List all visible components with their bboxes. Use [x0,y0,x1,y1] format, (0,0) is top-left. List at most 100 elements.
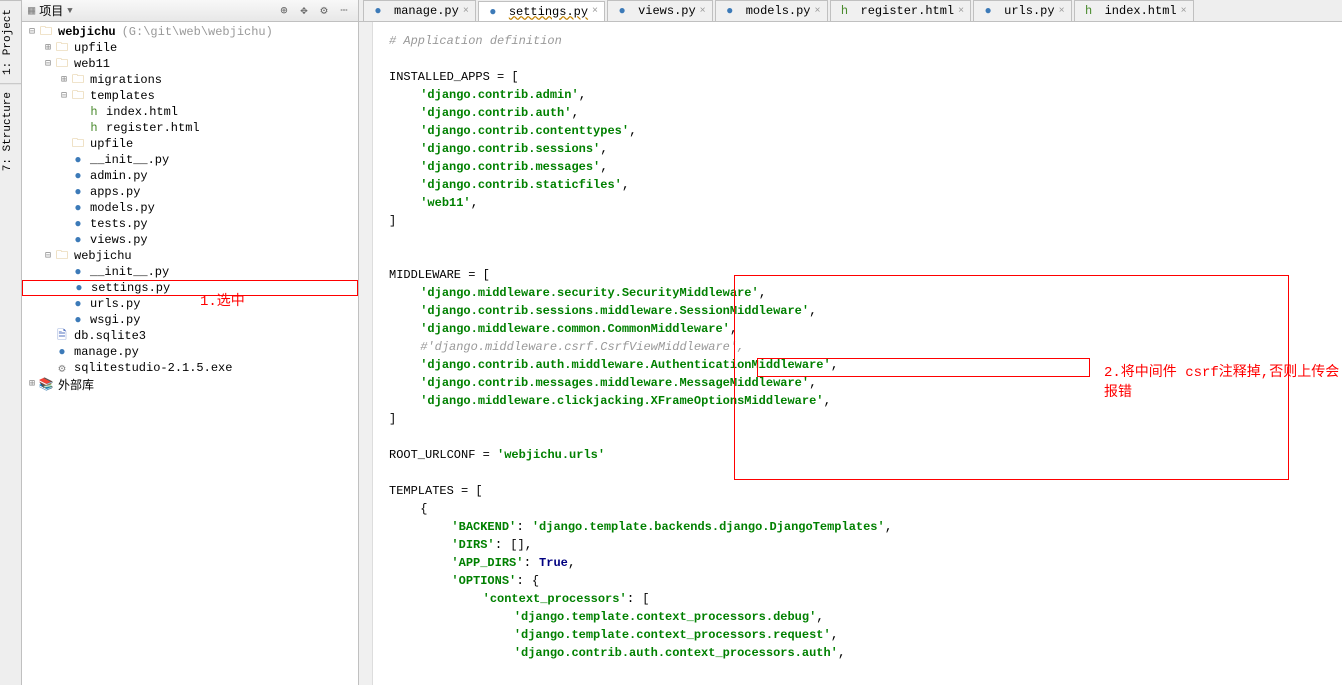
tree-external-libs[interactable]: ⊞ 📚 外部库 [22,376,358,392]
tab-label: urls.py [1004,4,1054,18]
tab-label: settings.py [509,5,588,19]
tree-folder-upfile2[interactable]: 🗀 upfile [22,136,358,152]
annotation-text-2: 2.将中间件 csrf注释掉,否则上传会报错 [1104,361,1342,401]
tree-label: templates [90,89,155,103]
tree-file-db-sqlite[interactable]: 🗎 db.sqlite3 [22,328,358,344]
collapse-toggle[interactable]: ⊟ [58,90,70,102]
close-icon[interactable]: × [958,6,964,17]
python-file-icon: ● [70,169,86,183]
collapse-toggle[interactable]: ⊟ [42,250,54,262]
tree-file-models-py[interactable]: ● models.py [22,200,358,216]
close-icon[interactable]: × [592,6,598,17]
minimize-icon[interactable]: ┄ [336,3,352,19]
tree-label: admin.py [90,169,148,183]
tree-label: tests.py [90,217,148,231]
tree-folder-webjichu[interactable]: ⊟ 🗀 webjichu [22,248,358,264]
tab-urls-py[interactable]: ● urls.py × [973,0,1071,21]
project-panel-header: ▦ 项目 ▼ ⊕ ✥ ⚙ ┄ [22,0,358,22]
tree-label: apps.py [90,185,140,199]
structure-tool-tab[interactable]: 7: Structure [0,83,21,179]
python-file-icon: ● [70,185,86,199]
gear-icon[interactable]: ✥ [296,3,312,19]
tree-file-admin-py[interactable]: ● admin.py [22,168,358,184]
tree-label: wsgi.py [90,313,140,327]
tree-root[interactable]: ⊟ 🗀 webjichu (G:\git\web\webjichu) [22,24,358,40]
python-file-icon: ● [70,265,86,279]
folder-icon: 🗀 [54,57,70,71]
tab-index-html[interactable]: h index.html × [1074,0,1194,21]
collapse-toggle[interactable]: ⊟ [26,26,38,38]
tab-register-html[interactable]: h register.html × [830,0,972,21]
project-title-icon: ▦ [28,3,35,18]
html-file-icon: h [86,121,102,135]
folder-icon: 🗀 [70,137,86,151]
tree-file-init-py[interactable]: ● __init__.py [22,152,358,168]
tree-label: __init__.py [90,265,169,279]
tab-settings-py[interactable]: ● settings.py × [478,1,605,22]
tree-file-views-py[interactable]: ● views.py [22,232,358,248]
python-file-icon: ● [485,5,501,19]
code-content[interactable]: # Application definition INSTALLED_APPS … [359,22,1342,672]
python-file-icon: ● [54,345,70,359]
close-icon[interactable]: × [1059,6,1065,17]
tree-label: urls.py [90,297,140,311]
tree-label: migrations [90,73,162,87]
html-file-icon: h [1081,4,1097,18]
tab-views-py[interactable]: ● views.py × [607,0,713,21]
tree-folder-templates[interactable]: ⊟ 🗀 templates [22,88,358,104]
html-file-icon: h [86,105,102,119]
close-icon[interactable]: × [463,6,469,17]
close-icon[interactable]: × [1181,6,1187,17]
tree-label: upfile [90,137,133,151]
tree-label: views.py [90,233,148,247]
tree-file-settings-py[interactable]: ● settings.py [22,280,358,296]
tree-file-manage-py[interactable]: ● manage.py [22,344,358,360]
tab-label: manage.py [394,4,459,18]
tree-path-hint: (G:\git\web\webjichu) [122,25,273,39]
tree-file-wsgi-py[interactable]: ● wsgi.py [22,312,358,328]
tree-label: settings.py [91,281,170,295]
python-file-icon: ● [70,297,86,311]
tab-manage-py[interactable]: ● manage.py × [363,0,476,21]
python-file-icon: ● [614,4,630,18]
python-file-icon: ● [70,217,86,231]
tree-folder-upfile[interactable]: ⊞ 🗀 upfile [22,40,358,56]
tree-label: db.sqlite3 [74,329,146,343]
tree-label: upfile [74,41,117,55]
folder-icon: 🗀 [70,89,86,103]
project-tool-tab[interactable]: 1: Project [0,0,21,83]
close-icon[interactable]: × [815,6,821,17]
html-file-icon: h [837,4,853,18]
library-icon: 📚 [38,377,54,391]
hide-icon[interactable]: ⚙ [316,3,332,19]
tree-label: register.html [106,121,200,135]
expand-toggle[interactable]: ⊞ [26,378,38,390]
tree-file-tests-py[interactable]: ● tests.py [22,216,358,232]
tab-label: models.py [746,4,811,18]
tab-label: index.html [1105,4,1177,18]
tree-file-init2-py[interactable]: ● __init__.py [22,264,358,280]
database-file-icon: 🗎 [54,329,70,343]
collapse-toggle[interactable]: ⊟ [42,58,54,70]
editor-gutter [359,22,373,685]
python-file-icon: ● [722,4,738,18]
editor-area: ● manage.py × ● settings.py × ● views.py… [359,0,1342,685]
code-editor[interactable]: # Application definition INSTALLED_APPS … [359,22,1342,685]
expand-toggle[interactable]: ⊞ [58,74,70,86]
python-file-icon: ● [71,281,87,295]
tree-file-sqlitestudio[interactable]: ⚙ sqlitestudio-2.1.5.exe [22,360,358,376]
tree-file-urls-py[interactable]: ● urls.py [22,296,358,312]
folder-icon: 🗀 [38,25,54,39]
python-file-icon: ● [70,313,86,327]
tree-label: 外部库 [58,376,94,393]
tree-label: index.html [106,105,178,119]
project-tree[interactable]: ⊟ 🗀 webjichu (G:\git\web\webjichu) ⊞ 🗀 u… [22,22,358,685]
expand-toggle[interactable]: ⊞ [42,42,54,54]
collapse-icon[interactable]: ⊕ [276,3,292,19]
python-file-icon: ● [980,4,996,18]
close-icon[interactable]: × [700,6,706,17]
tree-file-apps-py[interactable]: ● apps.py [22,184,358,200]
tree-label: sqlitestudio-2.1.5.exe [74,361,232,375]
dropdown-icon[interactable]: ▼ [67,6,72,16]
tab-models-py[interactable]: ● models.py × [715,0,828,21]
